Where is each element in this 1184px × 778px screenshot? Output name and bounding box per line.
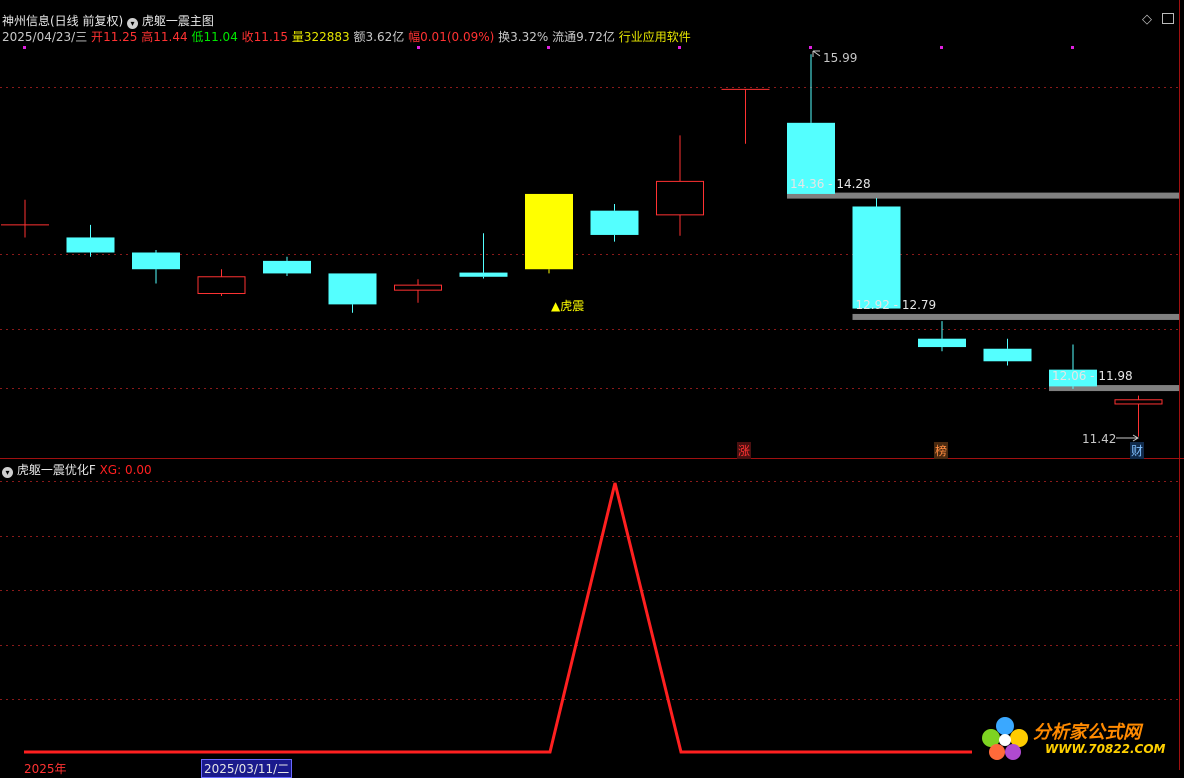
candle-body	[263, 260, 311, 274]
main-chart[interactable]: 15.99 11.42	[0, 0, 1184, 459]
zone-label: 12.06 - 11.98	[1052, 369, 1133, 384]
candles[interactable]	[1, 54, 1163, 437]
candle	[852, 198, 901, 309]
watermark: 分析家公式网 WWW.70822.COM	[975, 712, 1175, 762]
period-dot	[1071, 46, 1074, 49]
candle-body	[394, 284, 442, 291]
watermark-title: 分析家公式网	[1033, 722, 1141, 743]
high-price-marker: 15.99	[812, 50, 857, 65]
period-dot	[678, 46, 681, 49]
candle	[1, 199, 49, 238]
period-dot	[547, 46, 550, 49]
zone-label: 14.36 - 14.28	[790, 176, 871, 191]
period-dot	[23, 46, 26, 49]
period-dot	[809, 46, 812, 49]
candle-body	[918, 338, 966, 348]
high-price-label: 15.99	[823, 51, 857, 65]
period-dots	[23, 46, 1074, 49]
candle-body	[852, 206, 901, 309]
candle-body	[656, 180, 704, 216]
candle	[459, 233, 508, 279]
candle-body	[525, 193, 573, 270]
main-grid	[0, 87, 1179, 389]
year-label: 2025年	[24, 762, 67, 776]
candle	[1114, 395, 1163, 437]
candle	[590, 203, 639, 242]
candle-body	[328, 273, 377, 305]
cai-tag[interactable]: 财	[1130, 442, 1145, 459]
candle	[328, 273, 377, 313]
price-zones	[787, 192, 1179, 392]
watermark-url: WWW.70822.COM	[1045, 742, 1166, 756]
candle	[197, 269, 246, 297]
candle-body	[983, 348, 1032, 362]
low-price-label: 11.42	[1082, 432, 1116, 446]
candle	[787, 54, 835, 194]
candle	[983, 338, 1032, 366]
period-dot	[417, 46, 420, 49]
candle	[721, 88, 770, 144]
zone-bar	[787, 192, 1179, 199]
candle	[263, 256, 311, 276]
signal-label: ▲虎震	[551, 299, 585, 313]
candle	[132, 250, 180, 284]
candle	[394, 279, 442, 303]
candle-body	[590, 210, 639, 235]
candle-body	[197, 276, 246, 295]
candle	[918, 321, 966, 352]
candle	[656, 135, 704, 236]
zone-bar	[852, 313, 1179, 320]
flower-logo-icon	[982, 717, 1028, 760]
zhang-tag[interactable]: 涨	[737, 442, 752, 459]
candle	[66, 224, 115, 257]
zone-label: 12.92 - 12.79	[855, 297, 937, 312]
candle-body	[132, 252, 180, 270]
bang-tag[interactable]: 榜	[934, 442, 949, 459]
candle	[525, 193, 573, 274]
period-dot	[940, 46, 943, 49]
xg-line	[24, 482, 972, 754]
candle-body	[459, 272, 508, 277]
candle-body	[66, 237, 115, 253]
cursor-date: 2025/03/11/二	[201, 759, 293, 778]
candle-body	[1114, 399, 1163, 405]
